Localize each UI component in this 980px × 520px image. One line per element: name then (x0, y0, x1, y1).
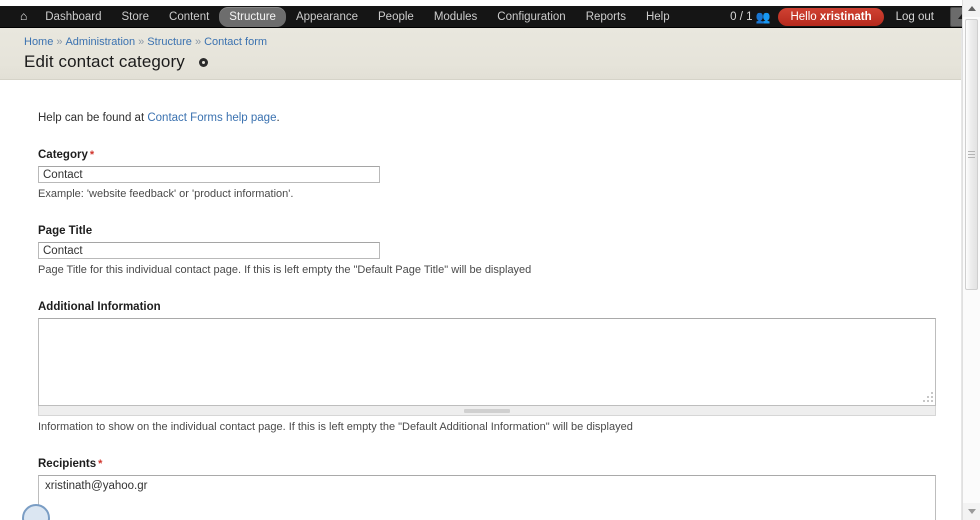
textarea-drag-handle[interactable] (38, 406, 936, 416)
toolbar-item-configuration[interactable]: Configuration (487, 7, 575, 27)
page-title: Edit contact category (24, 52, 185, 71)
page-title-description: Page Title for this individual contact p… (38, 264, 532, 276)
form-item-page-title: Page Title Page Title for this individua… (38, 224, 938, 278)
required-marker: * (98, 458, 103, 470)
toolbar-item-structure[interactable]: Structure (219, 6, 286, 27)
required-marker: * (89, 149, 95, 161)
contact-category-form: Help can be found at Contact Forms help … (0, 81, 968, 520)
greeting-username: xristinath (819, 10, 872, 23)
toolbar-item-modules[interactable]: Modules (424, 7, 487, 27)
main-content: Help can be found at Contact Forms help … (0, 81, 968, 520)
toolbar-home-button[interactable]: ⌂ (16, 8, 35, 26)
page-scrollbar[interactable] (962, 0, 980, 520)
recipients-label: Recipients * (38, 457, 938, 471)
toolbar-menu: ⌂ Dashboard Store Content Structure Appe… (16, 6, 730, 27)
toolbar-user-area: 0 / 1 👥 Hello xristinath Log out (730, 6, 974, 27)
logout-link[interactable]: Log out (884, 8, 946, 26)
contact-forms-help-link[interactable]: Contact Forms help page (147, 112, 276, 124)
toolbar-item-people[interactable]: People (368, 7, 424, 27)
toolbar-item-store[interactable]: Store (112, 7, 160, 27)
recipients-textarea[interactable] (38, 475, 936, 520)
drag-handle-bar (464, 408, 510, 413)
toolbar-item-reports[interactable]: Reports (576, 7, 636, 27)
browser-viewport: ⌂ Dashboard Store Content Structure Appe… (0, 0, 980, 520)
form-item-additional-information: Additional Information Information to sh… (38, 300, 938, 435)
gear-icon[interactable] (198, 57, 208, 67)
user-greeting-pill[interactable]: Hello xristinath (778, 7, 884, 26)
breadcrumb-item-administration[interactable]: Administration (65, 36, 135, 48)
triangle-down-icon (967, 509, 976, 514)
help-text: Help can be found at Contact Forms help … (38, 111, 938, 126)
additional-information-wrapper (38, 318, 936, 406)
toolbar-item-content[interactable]: Content (159, 7, 219, 27)
additional-information-label: Additional Information (38, 301, 161, 313)
online-user-count: 0 / 1 (730, 10, 753, 23)
category-label-text: Category (38, 149, 88, 161)
breadcrumb-separator: » (56, 36, 63, 48)
page-title-label: Page Title (38, 225, 93, 237)
category-description: Example: 'website feedback' or 'product … (38, 188, 294, 200)
scrollbar-thumb[interactable] (965, 19, 978, 290)
toolbar-item-dashboard[interactable]: Dashboard (35, 7, 111, 27)
page-header: Home» Administration» Structure» Contact fo… (0, 28, 968, 80)
breadcrumb-separator: » (138, 36, 145, 48)
breadcrumb: Home» Administration» Structure» Contact fo… (24, 35, 968, 49)
recipients-label-text: Recipients (38, 458, 97, 470)
help-text-suffix: . (276, 112, 280, 124)
home-icon: ⌂ (20, 8, 28, 23)
form-item-category: Category* Example: 'website feedback' or… (38, 148, 938, 202)
breadcrumb-item-home[interactable]: Home (24, 36, 53, 48)
admin-toolbar: ⌂ Dashboard Store Content Structure Appe… (0, 6, 980, 28)
breadcrumb-separator: » (194, 36, 202, 48)
additional-information-textarea[interactable] (38, 318, 936, 406)
breadcrumb-item-contact-form[interactable]: Contact form (204, 36, 267, 48)
scrollbar-grip-icon (968, 149, 975, 160)
triangle-up-icon (967, 6, 976, 11)
help-text-prefix: Help can be found at (38, 112, 148, 124)
page-title-input[interactable] (38, 242, 380, 259)
additional-information-description: Information to show on the individual co… (38, 421, 633, 433)
category-label: Category * (38, 148, 938, 162)
toolbar-item-help[interactable]: Help (636, 7, 680, 27)
toolbar-item-appearance[interactable]: Appearance (286, 7, 368, 27)
people-icon: 👥 (755, 9, 771, 24)
category-input[interactable] (38, 166, 380, 183)
page-title-row: Edit contact category (24, 51, 968, 73)
scrollbar-up-button[interactable] (963, 0, 980, 17)
scrollbar-down-button[interactable] (963, 503, 980, 520)
greeting-prefix: Hello (790, 10, 820, 23)
breadcrumb-item-structure[interactable]: Structure (147, 36, 192, 48)
form-item-recipients: Recipients * (38, 457, 938, 520)
